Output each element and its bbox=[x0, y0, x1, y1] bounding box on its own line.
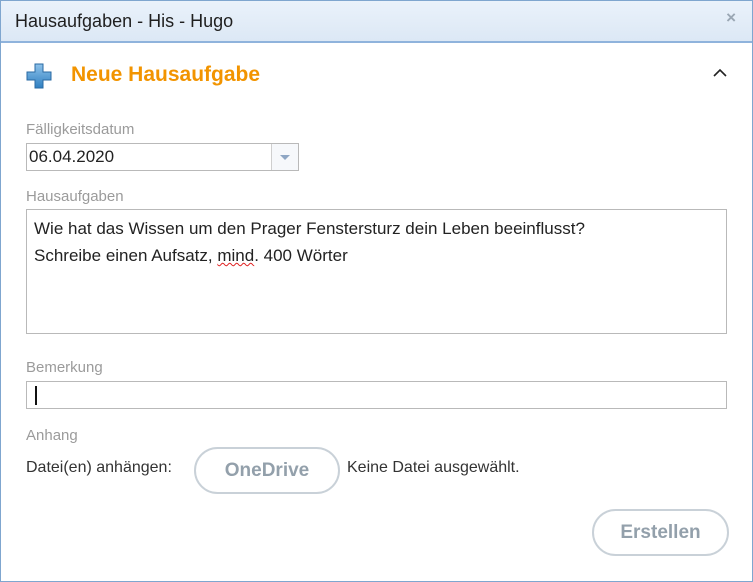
due-date-label: Fälligkeitsdatum bbox=[26, 121, 135, 138]
due-date-field[interactable]: 06.04.2020 bbox=[26, 143, 299, 171]
window-title: Hausaufgaben - His - Hugo bbox=[15, 11, 234, 31]
remark-label: Bemerkung bbox=[26, 359, 103, 376]
homework-line-1: Wie hat das Wissen um den Prager Fenster… bbox=[34, 219, 585, 238]
dialog-window: Hausaufgaben - His - Hugo × Neue Hausauf… bbox=[0, 0, 753, 582]
remark-input[interactable] bbox=[26, 381, 727, 409]
homework-label: Hausaufgaben bbox=[26, 188, 124, 205]
close-icon[interactable]: × bbox=[726, 8, 736, 28]
title-bar[interactable]: Hausaufgaben - His - Hugo × bbox=[1, 1, 752, 43]
text-caret bbox=[35, 386, 37, 405]
due-date-value: 06.04.2020 bbox=[29, 147, 115, 166]
chevron-up-icon[interactable] bbox=[711, 64, 729, 82]
create-button[interactable]: Erstellen bbox=[592, 509, 729, 556]
homework-line-2-end: . 400 Wörter bbox=[254, 246, 348, 265]
no-file-status: Keine Datei ausgewählt. bbox=[347, 459, 520, 476]
dropdown-button[interactable] bbox=[271, 144, 298, 170]
attachment-label: Anhang bbox=[26, 427, 78, 444]
homework-line-2-start: Schreibe einen Aufsatz, bbox=[34, 246, 218, 265]
homework-textarea[interactable]: Wie hat das Wissen um den Prager Fenster… bbox=[26, 209, 727, 334]
homework-line-2: Schreibe einen Aufsatz, mind. 400 Wörter bbox=[34, 246, 348, 266]
plus-icon bbox=[26, 63, 52, 89]
chevron-down-icon bbox=[280, 155, 290, 160]
section-header: Neue Hausaufgabe bbox=[25, 61, 735, 91]
section-title: Neue Hausaufgabe bbox=[71, 63, 261, 86]
attach-files-label: Datei(en) anhängen: bbox=[26, 459, 172, 476]
spellcheck-word: mind bbox=[217, 246, 255, 265]
onedrive-button[interactable]: OneDrive bbox=[194, 447, 340, 494]
